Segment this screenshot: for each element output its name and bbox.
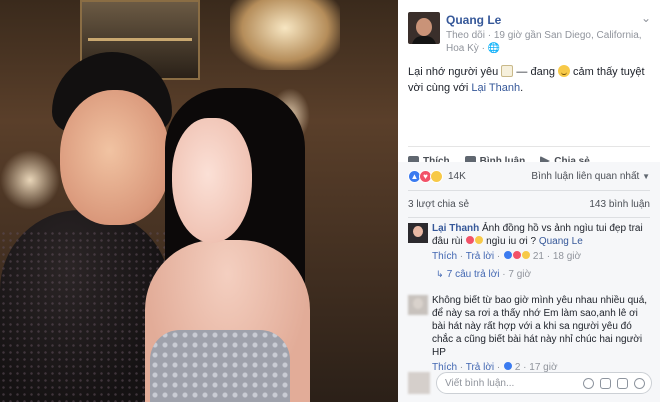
shares-count[interactable]: 3 lượt chia sẻ: [408, 199, 469, 210]
smile-emoji-icon: [558, 65, 570, 77]
gif-icon[interactable]: [617, 377, 628, 389]
comment-item: Không biết từ bao giờ mình yêu nhau nhiề…: [398, 290, 660, 374]
haha-reaction-icon: [521, 250, 532, 260]
comment-reactions-count[interactable]: 21: [533, 251, 544, 262]
photo-man-face: [60, 90, 170, 225]
comment-time[interactable]: 18 giờ: [553, 251, 581, 262]
photo-background-light: [230, 0, 340, 70]
replies-sep: ·: [502, 269, 506, 280]
comment-item: Lại Thanh Ảnh đồng hồ vs ảnh ngìu tui đẹ…: [398, 218, 660, 263]
sticker-icon[interactable]: [634, 377, 645, 389]
commenter-avatar[interactable]: [408, 223, 428, 243]
comment-text: Không biết từ bao giờ mình yêu nhau nhiề…: [432, 295, 648, 358]
comment-composer: Viết bình luận...: [408, 372, 652, 394]
comment-mention-link[interactable]: Quang Le: [539, 236, 583, 247]
post-text-part: — đang: [513, 66, 558, 78]
commenter-name[interactable]: Lại Thanh: [432, 223, 479, 234]
post-text: Lại nhớ người yêu — đang cảm thấy tuyệt …: [398, 58, 660, 146]
view-replies-link[interactable]: ↳ 7 câu trả lời · 7 giờ: [398, 263, 660, 280]
follow-link[interactable]: Theo dõi: [446, 30, 485, 41]
post-meta: Theo dõi · 19 giờ gần San Diego, Califor…: [446, 29, 646, 55]
comments-area: ▲ ♥ 14K Bình luận liên quan nhất ▼ 3 lượ…: [398, 162, 660, 402]
replies-label: 7 câu trả lời: [446, 269, 500, 280]
reply-arrow-icon: ↳: [436, 269, 444, 279]
reactions-row: ▲ ♥ 14K Bình luận liên quan nhất ▼: [398, 162, 660, 190]
like-reaction-icon: [503, 361, 514, 371]
comment-footer: Thích · Trả lời · 21 · 18 giờ: [432, 250, 582, 262]
comment-like-button[interactable]: Thích: [432, 251, 457, 262]
comment-body: Không biết từ bao giờ mình yêu nhau nhiề…: [432, 294, 650, 359]
comments-count[interactable]: 143 bình luận: [589, 199, 650, 210]
post-photo[interactable]: [0, 0, 398, 402]
post-stats-row: 3 lượt chia sẻ 143 bình luận: [398, 191, 660, 217]
photo-background-table: [0, 150, 60, 210]
comment-reply-button[interactable]: Trả lời: [466, 251, 494, 262]
comment-sort-label: Bình luận liên quan nhất: [531, 170, 640, 182]
comment-sort-dropdown[interactable]: Bình luận liên quan nhất ▼: [531, 171, 650, 182]
photo-dress: [150, 330, 290, 402]
author-name[interactable]: Quang Le: [446, 13, 501, 27]
post-text-part: .: [520, 82, 524, 94]
note-emoji-icon: [501, 65, 514, 77]
post-header: Quang Le Theo dõi · 19 giờ gần San Diego…: [398, 0, 660, 58]
facebook-photo-viewer: Quang Le Theo dõi · 19 giờ gần San Diego…: [0, 0, 660, 402]
comment-input[interactable]: Viết bình luận...: [436, 372, 652, 394]
meta-separator: ·: [484, 30, 494, 41]
comment-body: Lại Thanh Ảnh đồng hồ vs ảnh ngìu tui đẹ…: [432, 222, 650, 248]
globe-icon: 🌐: [487, 43, 501, 54]
author-avatar[interactable]: [408, 12, 440, 44]
post-side-panel: Quang Le Theo dõi · 19 giờ gần San Diego…: [398, 0, 660, 402]
tagged-person-link[interactable]: Lại Thanh: [471, 82, 520, 94]
reactions-count[interactable]: 14K: [448, 171, 466, 182]
photo-woman-face: [172, 118, 252, 243]
viewer-avatar: [408, 372, 430, 394]
caret-down-icon: ▼: [642, 171, 650, 181]
camera-icon[interactable]: [600, 377, 611, 389]
post-text-part: Lại nhớ người yêu: [408, 66, 502, 78]
replies-time: 7 giờ: [508, 269, 532, 280]
comment-input-placeholder: Viết bình luận...: [445, 377, 515, 389]
privacy-separator: ·: [478, 43, 488, 54]
emoji-icon[interactable]: [583, 377, 594, 389]
haha-reaction-icon[interactable]: [430, 169, 443, 183]
commenter-avatar[interactable]: [408, 295, 428, 315]
comment-text: ngìu iu ơi ?: [483, 236, 539, 247]
chevron-down-icon[interactable]: ⌄: [641, 11, 651, 25]
